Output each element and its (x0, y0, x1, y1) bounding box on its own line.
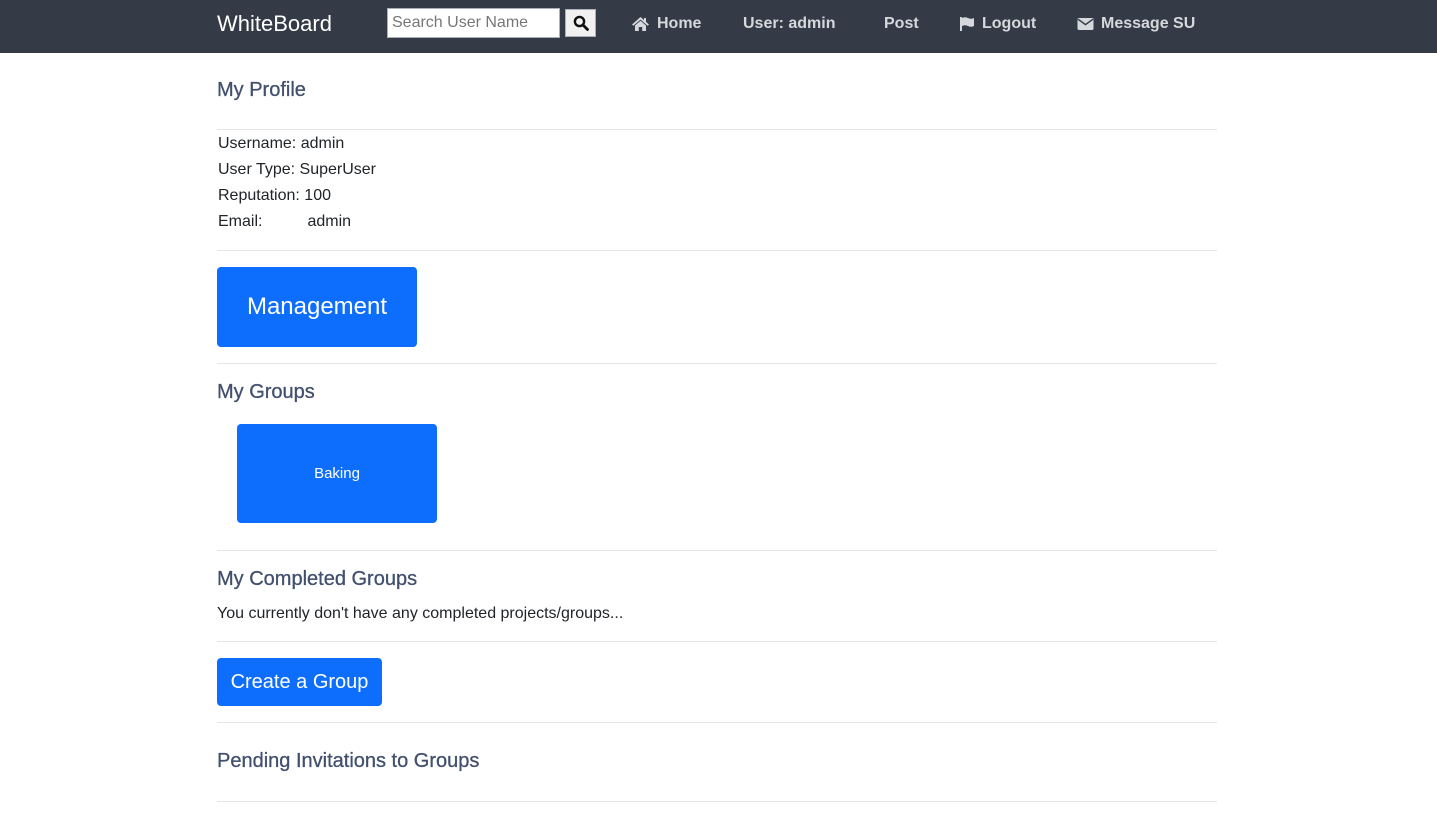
username-label: Username: (218, 135, 297, 152)
envelope-icon (1077, 18, 1094, 30)
create-group-button[interactable]: Create a Group (217, 658, 382, 706)
divider (217, 722, 1217, 723)
groups-title: My Groups (217, 381, 315, 403)
search-icon (573, 15, 589, 31)
brand-link[interactable]: WhiteBoard (217, 10, 332, 38)
divider (217, 550, 1217, 551)
profile-title: My Profile (217, 79, 306, 101)
divider (217, 641, 1217, 642)
nav-message-label: Message SU (1101, 15, 1196, 32)
divider (217, 250, 1217, 251)
nav-home-label: Home (657, 15, 702, 32)
username-value: admin (300, 135, 345, 152)
nav-logout[interactable]: Logout (959, 14, 1036, 34)
nav-home[interactable]: Home (631, 14, 701, 34)
navbar: WhiteBoard Home User: admin Post Logout (0, 0, 1437, 53)
profile-reputation-row: Reputation: 100 (218, 186, 331, 206)
profile-email-row: Email: admin (218, 212, 351, 232)
usertype-value: SuperUser (299, 161, 377, 178)
completed-groups-title: My Completed Groups (217, 568, 418, 590)
email-label: Email: (218, 213, 263, 230)
nav-user-label: User: admin (743, 15, 836, 32)
profile-username-row: Username: admin (218, 134, 344, 154)
search-button[interactable] (565, 9, 596, 37)
usertype-label: User Type: (218, 161, 296, 178)
divider (217, 129, 1217, 130)
reputation-label: Reputation: (218, 187, 300, 204)
nav-message-su[interactable]: Message SU (1077, 14, 1195, 34)
nav-user[interactable]: User: admin (743, 14, 835, 34)
nav-post-label: Post (884, 15, 919, 32)
flag-icon (960, 17, 974, 31)
nav-logout-label: Logout (982, 15, 1037, 32)
home-icon (632, 17, 649, 31)
profile-usertype-row: User Type: SuperUser (218, 160, 376, 180)
pending-invitations-title: Pending Invitations to Groups (217, 750, 480, 772)
search-input[interactable] (387, 8, 560, 38)
management-button[interactable]: Management (217, 267, 417, 347)
completed-empty-message: You currently don't have any completed p… (217, 605, 624, 622)
divider (217, 801, 1217, 802)
nav-post[interactable]: Post (884, 14, 919, 34)
divider (217, 363, 1217, 364)
email-value: admin (307, 213, 352, 230)
group-card-baking[interactable]: Baking (237, 424, 437, 523)
reputation-value: 100 (304, 187, 331, 204)
